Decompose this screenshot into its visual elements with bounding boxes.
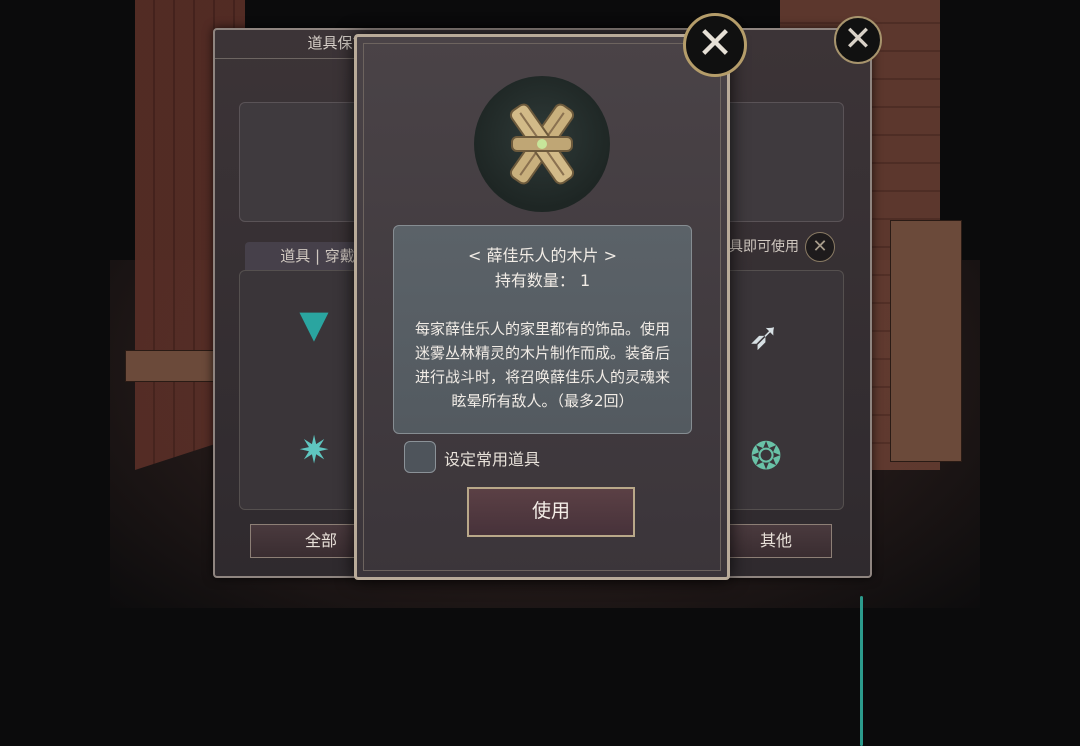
item-quantity: 持有数量： 1: [494, 271, 591, 290]
item-name: < 薛佳乐人的木片 >: [468, 246, 617, 265]
modal-close-button[interactable]: ✕: [683, 13, 747, 77]
cloak-icon: ▼: [299, 302, 329, 346]
close-icon: ✕: [812, 236, 828, 257]
item-portrait: [474, 76, 610, 212]
winged-orb-icon: ❂: [750, 434, 782, 478]
wooden-plank-icon: [509, 103, 575, 185]
wooden-cabinet: [890, 220, 962, 462]
item-slot-winged-orb[interactable]: ❂: [737, 427, 795, 485]
dragon-icon: ➶: [748, 314, 780, 358]
set-common-label: 设定常用道具: [444, 450, 541, 469]
inventory-scrollbar[interactable]: [860, 596, 863, 746]
set-common-checkbox[interactable]: [404, 441, 436, 473]
item-slot-dragon[interactable]: ➶: [735, 307, 793, 365]
use-only-toggle[interactable]: ✕: [805, 232, 835, 262]
amulet-icon: ✷: [298, 428, 330, 472]
inventory-close-button[interactable]: ✕: [834, 16, 882, 64]
wooden-shelf: [125, 350, 222, 382]
item-slot-cloak[interactable]: ▼: [285, 295, 343, 353]
filter-other-button[interactable]: 其他: [720, 524, 832, 558]
use-button[interactable]: 使用: [467, 487, 635, 537]
item-description: 每家薛佳乐人的家里都有的饰品。使用迷雾丛林精灵的木片制作而成。装备后进行战斗时，…: [414, 320, 670, 410]
item-slot-amulet[interactable]: ✷: [285, 421, 343, 479]
item-description-box: < 薛佳乐人的木片 > 持有数量： 1 每家薛佳乐人的家里都有的饰品。使用迷雾丛…: [393, 225, 692, 434]
close-icon: ✕: [843, 19, 873, 59]
close-icon: ✕: [696, 18, 734, 69]
